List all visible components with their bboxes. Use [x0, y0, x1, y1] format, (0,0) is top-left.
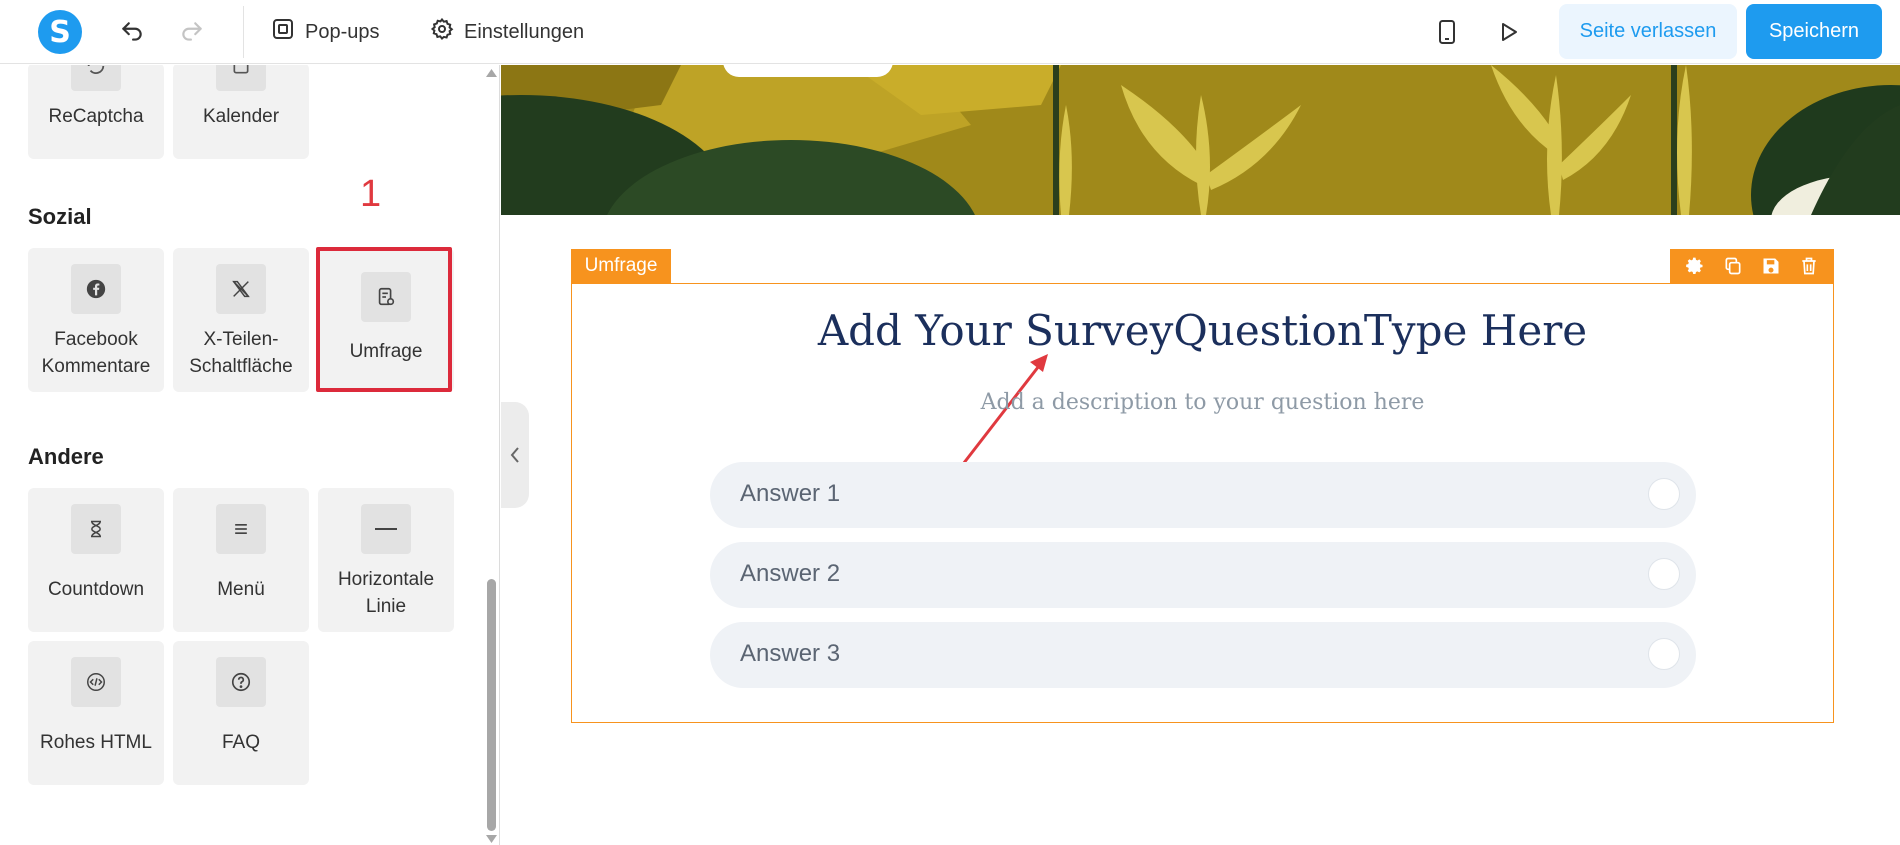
answer-label: Answer 3 — [740, 640, 841, 667]
x-icon — [216, 264, 266, 314]
survey-widget[interactable]: Add Your SurveyQuestionType Here Add a d… — [571, 283, 1834, 723]
survey-question-description[interactable]: Add a description to your question here — [572, 390, 1833, 415]
chevron-left-icon — [510, 447, 519, 463]
answer-option[interactable]: Answer 2 — [710, 542, 1696, 608]
tile-x-share-button[interactable]: X-Teilen-Schaltfläche — [173, 248, 309, 392]
leave-page-label: Seite verlassen — [1579, 20, 1717, 42]
popup-icon — [271, 17, 295, 47]
tile-menu[interactable]: Menü — [173, 488, 309, 632]
leave-page-button[interactable]: Seite verlassen — [1559, 4, 1737, 59]
save-label: Speichern — [1768, 20, 1860, 42]
popups-button[interactable]: Pop-ups — [271, 16, 380, 48]
logo-letter: S — [49, 14, 71, 50]
tile-raw-html[interactable]: Rohes HTML — [28, 641, 164, 785]
tile-label: ReCaptcha — [48, 106, 144, 127]
app-logo[interactable]: S — [38, 10, 82, 54]
play-preview-icon[interactable] — [1492, 16, 1524, 48]
facebook-icon — [71, 264, 121, 314]
answer-option[interactable]: Answer 1 — [710, 462, 1696, 528]
calendar-icon — [216, 65, 266, 91]
sidebar-scrollbar[interactable] — [484, 65, 498, 845]
answer-label: Answer 1 — [740, 480, 841, 507]
recaptcha-icon — [71, 65, 121, 91]
toolbar-divider — [243, 6, 244, 58]
answer-radio[interactable] — [1648, 558, 1680, 590]
tile-recaptcha[interactable]: ReCaptcha — [28, 65, 164, 159]
duplicate-icon[interactable] — [1723, 256, 1743, 276]
undo-icon[interactable] — [116, 16, 148, 48]
save-button[interactable]: Speichern — [1746, 4, 1882, 59]
editor-canvas: Umfrage Add Your SurveyQuestionType Here… — [501, 65, 1900, 845]
section-title-social: Sozial — [28, 204, 92, 229]
collapse-sidebar-button[interactable] — [501, 402, 529, 508]
elements-sidebar: ReCaptcha Kalender Sozial Facebook Komme… — [0, 65, 500, 845]
question-icon — [216, 657, 266, 707]
tile-label: Countdown — [47, 579, 145, 600]
html-code-icon — [71, 657, 121, 707]
hourglass-icon — [71, 504, 121, 554]
widget-toolbar — [1670, 249, 1834, 283]
answer-option[interactable]: Answer 3 — [710, 622, 1696, 688]
tile-label: Kalender — [202, 106, 280, 127]
scroll-down-arrow-icon[interactable] — [486, 835, 497, 843]
widget-type-label: Umfrage — [584, 255, 658, 276]
tile-label: Menü — [217, 579, 265, 600]
widget-type-tag[interactable]: Umfrage — [571, 249, 671, 283]
answer-label: Answer 2 — [740, 560, 841, 587]
redo-icon[interactable] — [176, 16, 208, 48]
highlight-box — [316, 247, 452, 392]
gear-icon[interactable] — [1685, 256, 1705, 276]
menu-icon — [216, 504, 266, 554]
tile-label: Horizontale Linie — [337, 569, 435, 617]
step-number-annotation: 1 — [360, 173, 382, 215]
top-toolbar: S Pop-ups Einstellungen Seite verlassen … — [0, 0, 1900, 64]
settings-button[interactable]: Einstellungen — [430, 16, 584, 48]
tile-faq[interactable]: FAQ — [173, 641, 309, 785]
tile-calendar[interactable]: Kalender — [173, 65, 309, 159]
horizontal-line-icon — [361, 504, 411, 554]
save-widget-icon[interactable] — [1761, 256, 1781, 276]
tile-label: FAQ — [221, 732, 260, 753]
gear-icon — [430, 17, 454, 47]
popups-label: Pop-ups — [305, 20, 380, 43]
survey-question-title[interactable]: Add Your SurveyQuestionType Here — [572, 306, 1833, 355]
tile-countdown[interactable]: Countdown — [28, 488, 164, 632]
tile-label: X-Teilen-Schaltfläche — [189, 329, 293, 377]
tile-horizontal-line[interactable]: Horizontale Linie — [318, 488, 454, 632]
answer-radio[interactable] — [1648, 638, 1680, 670]
tile-label: Facebook Kommentare — [41, 329, 151, 377]
trash-icon[interactable] — [1799, 256, 1819, 276]
mobile-preview-icon[interactable] — [1431, 16, 1463, 48]
tile-facebook-comments[interactable]: Facebook Kommentare — [28, 248, 164, 392]
tile-label: Rohes HTML — [40, 732, 152, 753]
banner-image — [501, 65, 1900, 215]
scrollbar-thumb[interactable] — [487, 579, 496, 831]
scroll-up-arrow-icon[interactable] — [486, 69, 497, 77]
settings-label: Einstellungen — [464, 20, 585, 43]
answer-radio[interactable] — [1648, 478, 1680, 510]
section-title-other: Andere — [28, 444, 104, 469]
